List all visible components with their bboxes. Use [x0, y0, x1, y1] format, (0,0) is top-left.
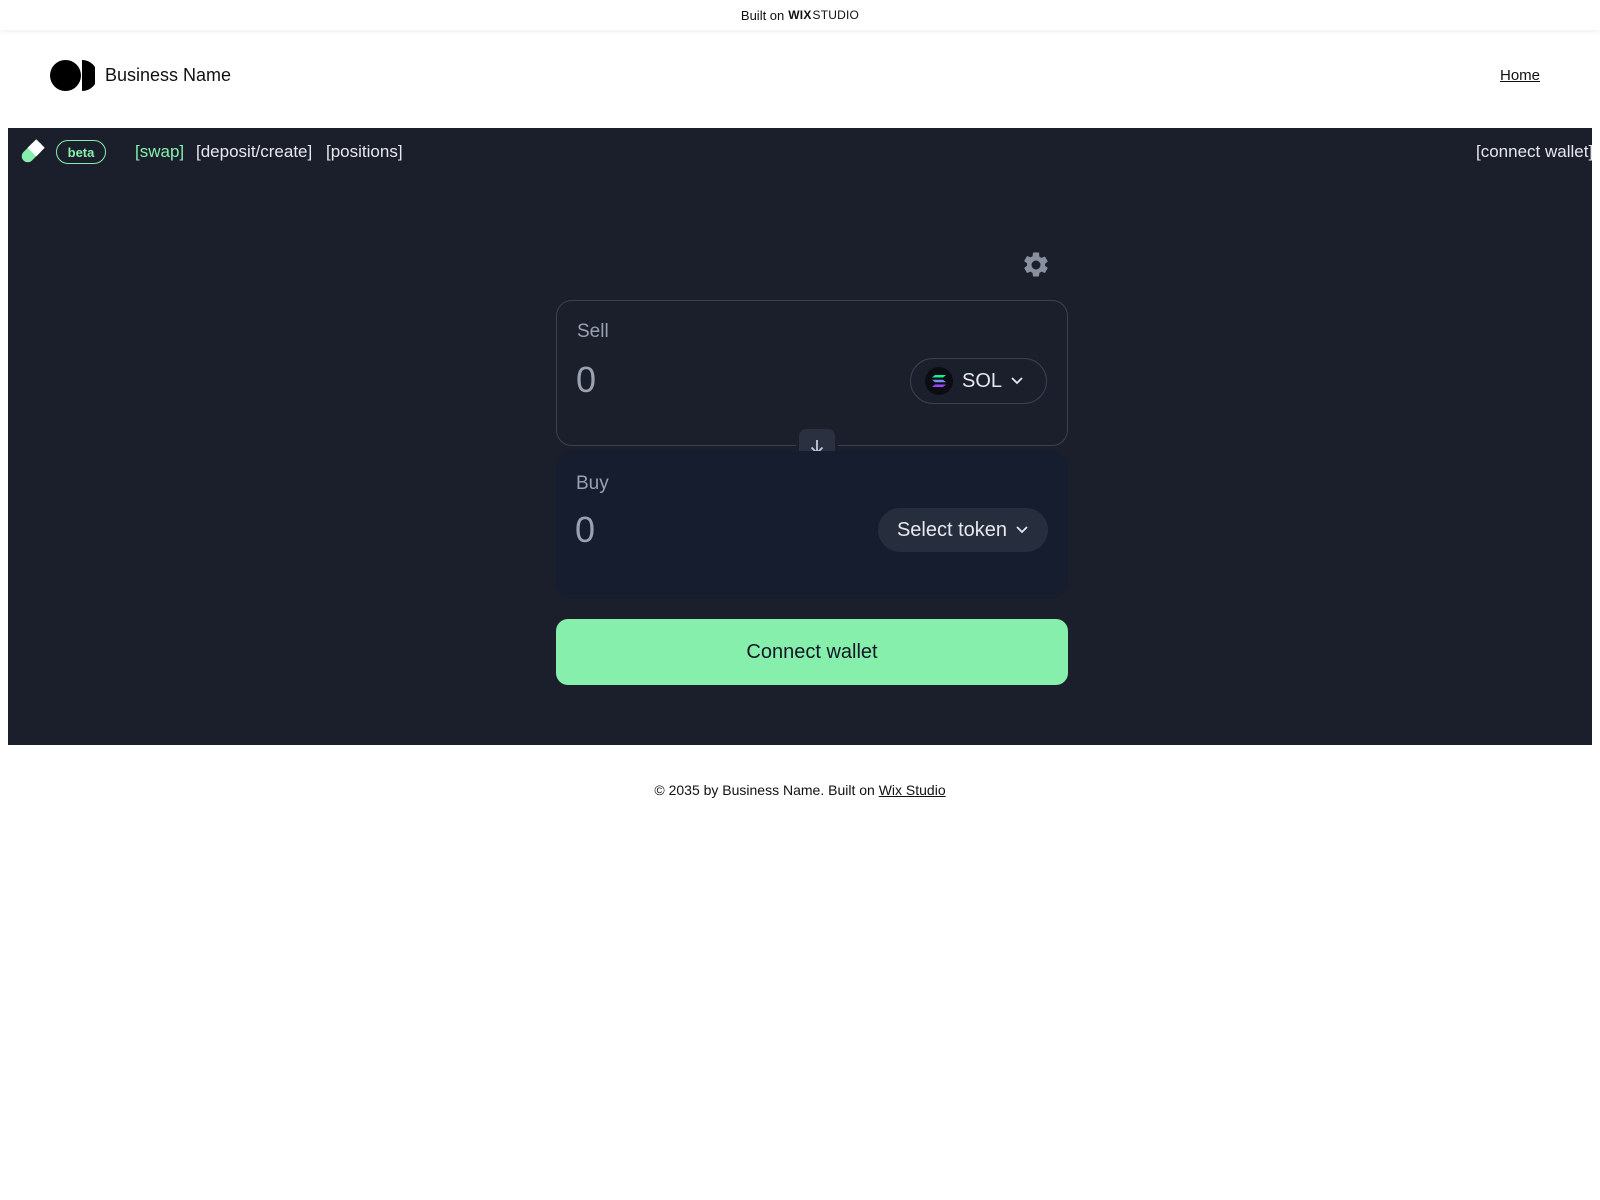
beta-badge: beta — [56, 140, 106, 164]
wix-banner[interactable]: Built on WIX STUDIO — [0, 0, 1600, 30]
site-footer: © 2035 by Business Name. Built on Wix St… — [0, 782, 1600, 798]
sell-label: Sell — [577, 321, 609, 342]
nav-deposit-create-link[interactable]: [deposit/create] — [196, 142, 312, 162]
gear-icon[interactable] — [1021, 250, 1051, 280]
wix-studio-label: STUDIO — [812, 8, 860, 22]
nav-home-link[interactable]: Home — [1500, 67, 1540, 84]
sol-token-icon — [925, 367, 953, 395]
chevron-down-icon — [1011, 377, 1023, 385]
buy-label: Buy — [576, 473, 609, 494]
swap-app-embed: beta [swap] [deposit/create] [positions]… — [8, 128, 1592, 745]
business-logo-icon[interactable] — [50, 60, 95, 91]
site-header: Business Name Home — [0, 30, 1600, 128]
connect-wallet-button[interactable]: Connect wallet — [556, 619, 1068, 685]
footer-wix-studio-link[interactable]: Wix Studio — [879, 782, 946, 798]
pill-logo-icon[interactable] — [18, 138, 46, 166]
brand-name[interactable]: Business Name — [105, 65, 231, 86]
buy-panel: Buy 0 Select token — [556, 451, 1068, 599]
app-nav-bar: beta [swap] [deposit/create] [positions]… — [8, 128, 1592, 176]
wix-logo: WIX — [788, 8, 812, 22]
nav-swap-link[interactable]: [swap] — [135, 142, 184, 162]
chevron-down-icon — [1016, 526, 1028, 534]
select-token-label: Select token — [896, 518, 1008, 541]
nav-connect-wallet-link[interactable]: [connect wallet] — [1476, 142, 1592, 162]
sell-token-symbol: SOL — [962, 369, 1003, 392]
sell-token-selector[interactable]: SOL — [910, 358, 1047, 404]
nav-positions-link[interactable]: [positions] — [326, 142, 403, 162]
sell-panel: Sell 0 SOL — [556, 300, 1068, 446]
buy-select-token-button[interactable]: Select token — [878, 508, 1048, 552]
sell-amount-input[interactable]: 0 — [576, 359, 596, 401]
footer-copyright: © 2035 by Business Name. Built on — [654, 782, 875, 798]
banner-built-on-text: Built on — [740, 7, 785, 23]
buy-amount-input[interactable]: 0 — [575, 509, 595, 551]
